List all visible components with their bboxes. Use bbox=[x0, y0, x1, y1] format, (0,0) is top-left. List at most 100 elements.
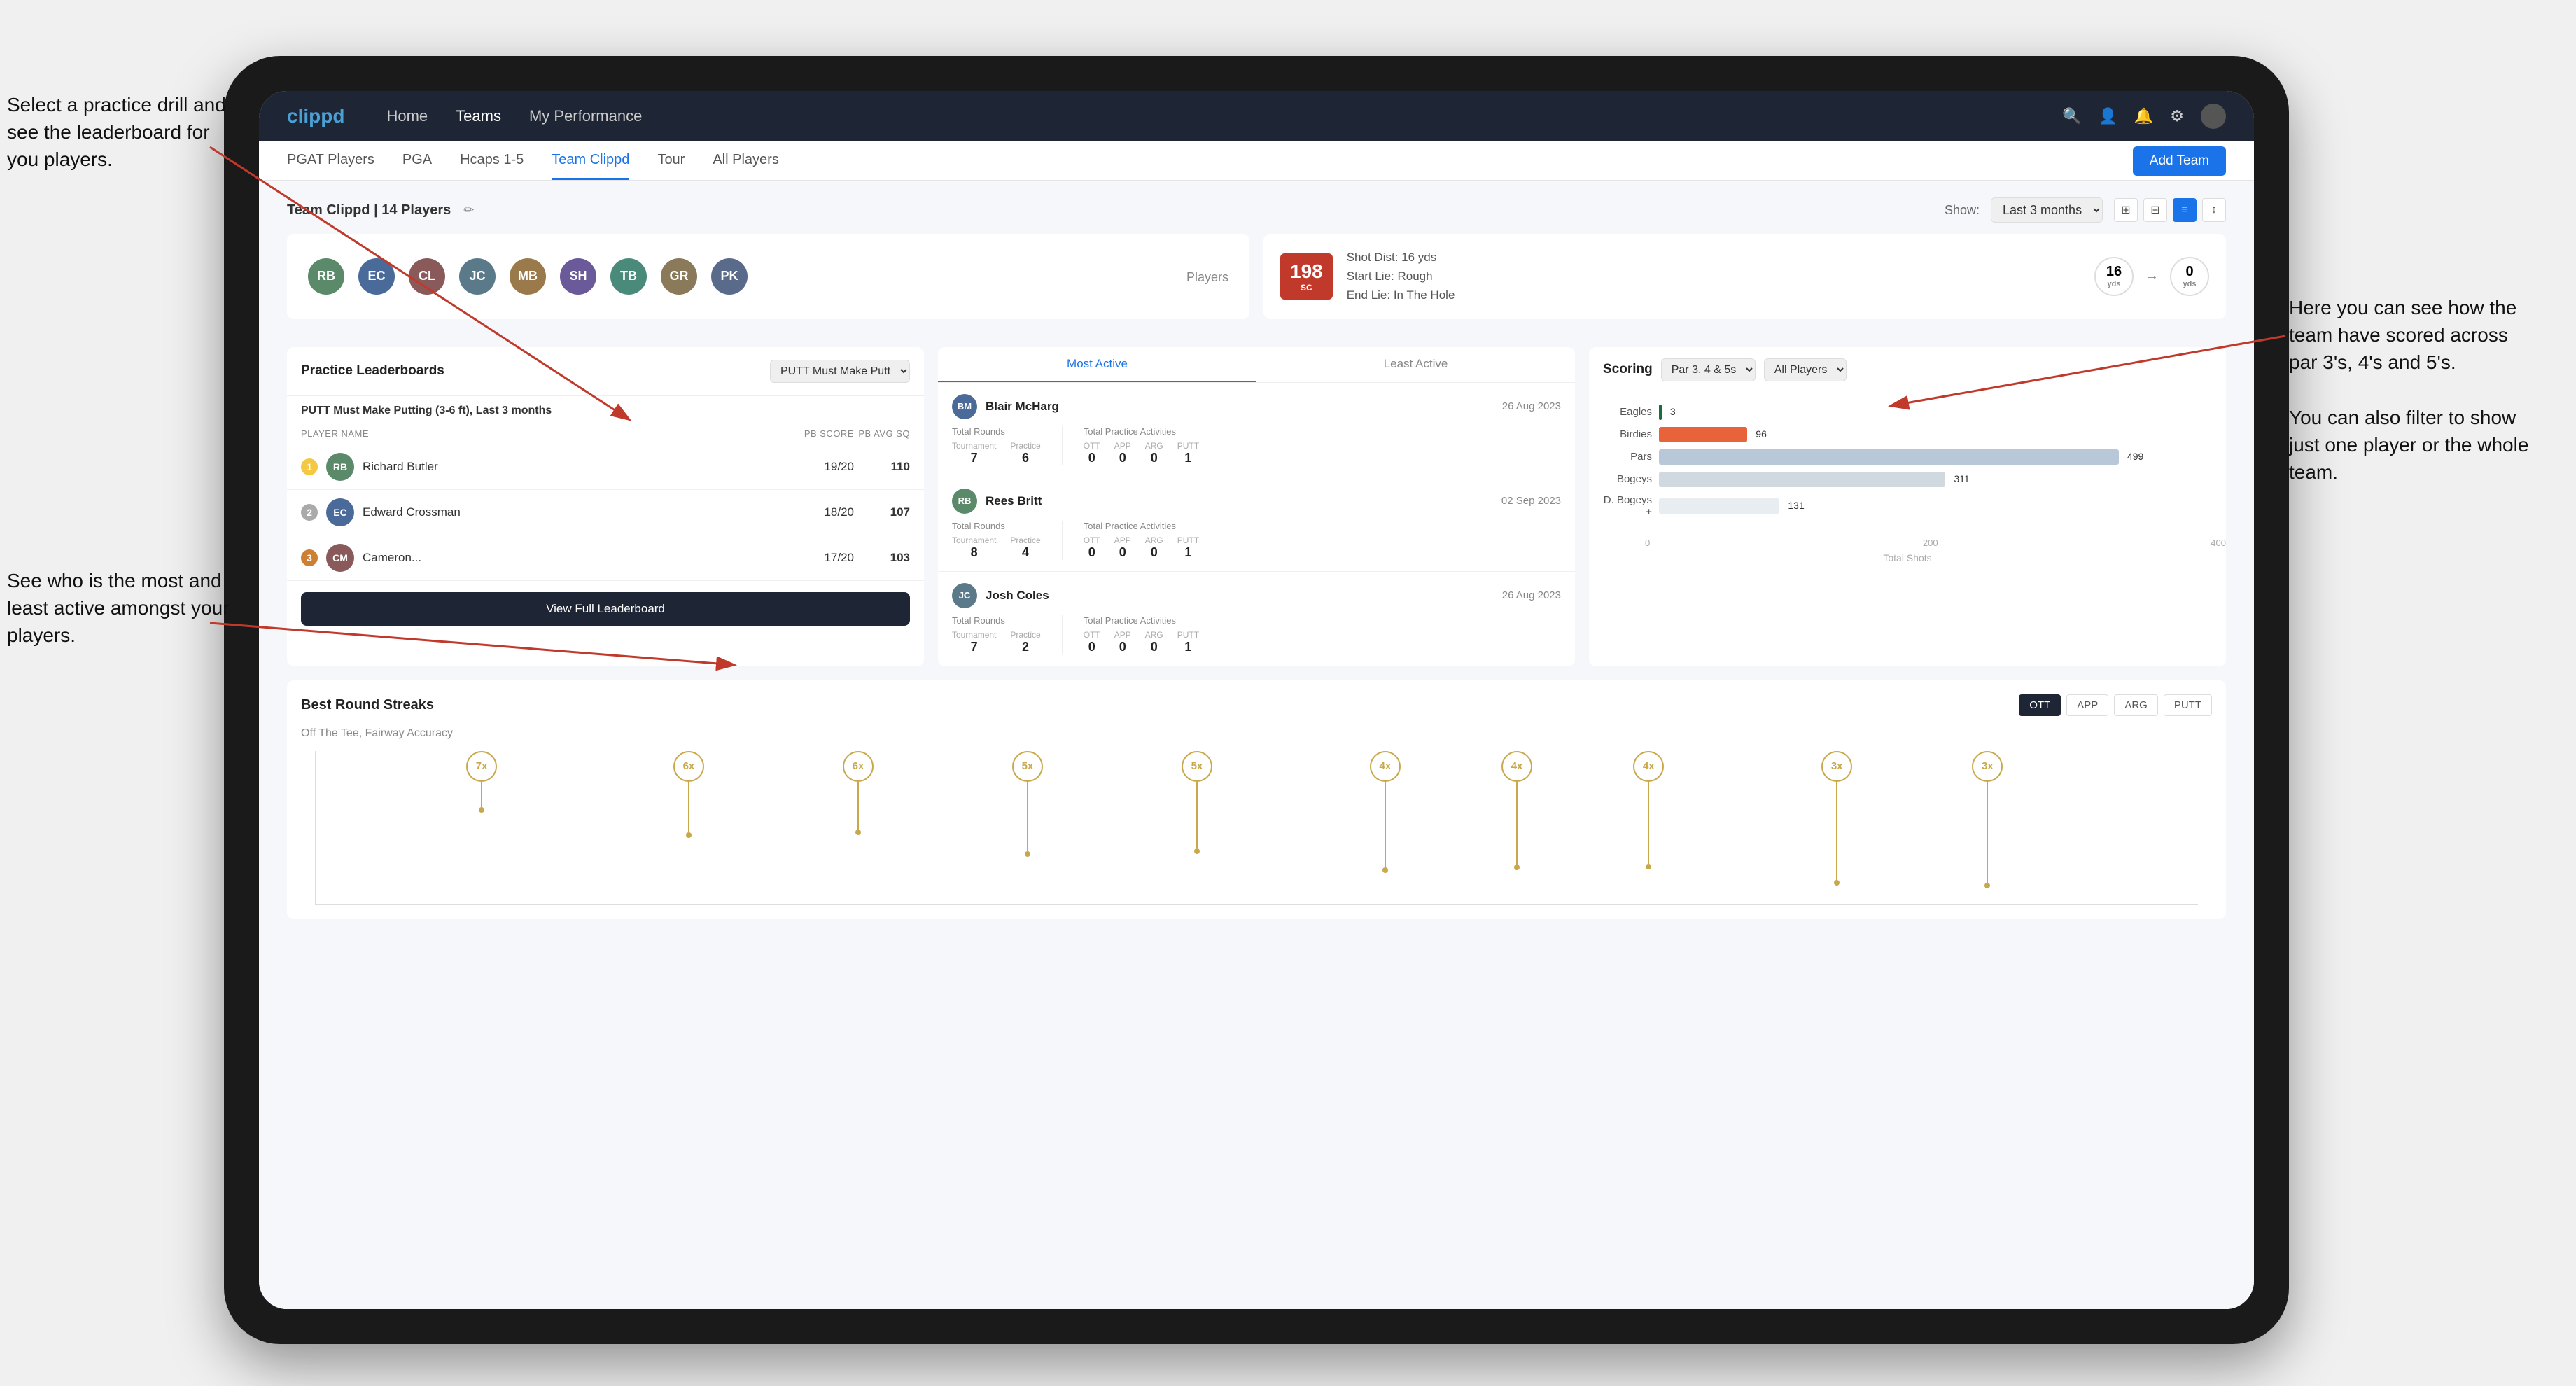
streak-point: 4x bbox=[1370, 751, 1401, 873]
player-avatar-6[interactable]: SH bbox=[560, 258, 596, 295]
streak-line bbox=[1648, 782, 1649, 864]
streak-point: 6x bbox=[673, 751, 704, 838]
chart-bar-label: Eagles bbox=[1603, 406, 1652, 418]
streak-tab-app[interactable]: APP bbox=[2066, 694, 2108, 716]
chart-x-axis: 0 200 400 bbox=[1589, 538, 2226, 548]
view-settings-button[interactable]: ↕ bbox=[2202, 198, 2226, 222]
chart-bar-value: 131 bbox=[1788, 500, 1804, 511]
view-full-leaderboard-button[interactable]: View Full Leaderboard bbox=[301, 592, 910, 626]
player-avatar-5[interactable]: MB bbox=[510, 258, 546, 295]
player-filter-select[interactable]: All Players bbox=[1764, 358, 1847, 382]
streak-tab-arg[interactable]: ARG bbox=[2114, 694, 2158, 716]
streak-point: 5x bbox=[1182, 751, 1212, 854]
settings-icon[interactable]: ⚙ bbox=[2170, 107, 2184, 125]
pa-putt-1: PUTT 1 bbox=[1177, 441, 1199, 465]
chart-bar-row: D. Bogeys +131 bbox=[1603, 494, 2212, 518]
player-avatar-7[interactable]: TB bbox=[610, 258, 647, 295]
show-period-select[interactable]: Last 3 months bbox=[1991, 197, 2103, 223]
main-content: Team Clippd | 14 Players ✏ Show: Last 3 … bbox=[259, 181, 2254, 1309]
leaderboard-title: Practice Leaderboards bbox=[301, 363, 444, 379]
drill-select[interactable]: PUTT Must Make Putting... bbox=[770, 360, 910, 383]
tab-least-active[interactable]: Least Active bbox=[1256, 347, 1575, 382]
chart-bar-value: 499 bbox=[2127, 451, 2143, 462]
leaderboard-columns: PLAYER NAME PB SCORE PB AVG SQ bbox=[287, 423, 924, 444]
view-grid-2-button[interactable]: ⊞ bbox=[2114, 198, 2138, 222]
lb-row-3[interactable]: 3 CM Cameron... 17/20 103 bbox=[287, 536, 924, 581]
subnav-tour[interactable]: Tour bbox=[657, 141, 685, 180]
chart-bar-label: Pars bbox=[1603, 451, 1652, 463]
pa-practice-values-3: OTT 0 APP 0 ARG 0 bbox=[1084, 630, 1199, 654]
pa-arg-1: ARG 0 bbox=[1145, 441, 1163, 465]
pa-stats-2: Total Rounds Tournament 8 Practice 4 bbox=[952, 521, 1561, 560]
scoring-title: Scoring bbox=[1603, 362, 1653, 377]
nav-link-teams[interactable]: Teams bbox=[456, 107, 501, 125]
chart-bar bbox=[1659, 449, 2119, 465]
par-filter-select[interactable]: Par 3, 4 & 5s bbox=[1661, 358, 1756, 382]
bell-icon[interactable]: 🔔 bbox=[2134, 107, 2153, 125]
streak-dot bbox=[855, 830, 861, 835]
subnav-pgat[interactable]: PGAT Players bbox=[287, 141, 374, 180]
subnav-all-players[interactable]: All Players bbox=[713, 141, 778, 180]
pa-tournament-2: Tournament 8 bbox=[952, 536, 996, 560]
activity-row-1: BM Blair McHarg 26 Aug 2023 Total Rounds… bbox=[938, 383, 1575, 477]
pa-practice-values-2: OTT 0 APP 0 ARG 0 bbox=[1084, 536, 1199, 560]
edit-icon[interactable]: ✏ bbox=[463, 203, 474, 218]
nav-link-home[interactable]: Home bbox=[386, 107, 428, 125]
shot-details: Shot Dist: 16 yds Start Lie: Rough End L… bbox=[1347, 248, 1455, 305]
lb-name-2: Edward Crossman bbox=[363, 505, 798, 519]
streak-line bbox=[858, 782, 859, 830]
chart-bar-value: 311 bbox=[1954, 473, 1969, 484]
most-active-panel: Most Active Least Active BM Blair McHarg… bbox=[938, 347, 1575, 666]
chart-bar-row: Birdies96 bbox=[1603, 427, 2212, 442]
streak-line bbox=[688, 782, 690, 832]
view-list-button[interactable]: ≡ bbox=[2173, 198, 2197, 222]
leaderboard-header: Practice Leaderboards PUTT Must Make Put… bbox=[287, 347, 924, 396]
subnav-pga[interactable]: PGA bbox=[402, 141, 432, 180]
player-avatar-4[interactable]: JC bbox=[459, 258, 496, 295]
activity-header-2: RB Rees Britt 02 Sep 2023 bbox=[952, 489, 1561, 514]
pa-practice-group-3: Total Practice Activities OTT 0 APP 0 bbox=[1084, 615, 1199, 654]
streak-line bbox=[1027, 782, 1028, 851]
view-grid-3-button[interactable]: ⊟ bbox=[2143, 198, 2167, 222]
add-team-button[interactable]: Add Team bbox=[2133, 146, 2226, 176]
nav-links: Home Teams My Performance bbox=[386, 107, 2062, 125]
team-header: Team Clippd | 14 Players ✏ Show: Last 3 … bbox=[287, 197, 2226, 223]
player-avatar-1[interactable]: RB bbox=[308, 258, 344, 295]
activity-row-2: RB Rees Britt 02 Sep 2023 Total Rounds T… bbox=[938, 477, 1575, 572]
streak-tab-putt[interactable]: PUTT bbox=[2164, 694, 2212, 716]
streak-tab-ott[interactable]: OTT bbox=[2019, 694, 2061, 716]
lb-avatar-2: EC bbox=[326, 498, 354, 526]
player-avatar-2[interactable]: EC bbox=[358, 258, 395, 295]
pa-name-2: Rees Britt bbox=[986, 494, 1042, 508]
shot-info-card: 198 SC Shot Dist: 16 yds Start Lie: Roug… bbox=[1264, 234, 2226, 319]
people-icon[interactable]: 👤 bbox=[2098, 107, 2117, 125]
pa-round-values-3: Tournament 7 Practice 2 bbox=[952, 630, 1041, 654]
tab-most-active[interactable]: Most Active bbox=[938, 347, 1256, 382]
user-avatar[interactable] bbox=[2201, 104, 2226, 129]
scoring-chart: Eagles3Birdies96Pars499Bogeys311D. Bogey… bbox=[1589, 393, 2226, 532]
subnav-hcaps[interactable]: Hcaps 1-5 bbox=[460, 141, 524, 180]
pa-divider-3 bbox=[1062, 615, 1063, 654]
pa-player-3: JC Josh Coles bbox=[952, 583, 1049, 608]
pa-app-3: APP 0 bbox=[1114, 630, 1131, 654]
player-avatar-8[interactable]: GR bbox=[661, 258, 697, 295]
player-avatar-9[interactable]: PK bbox=[711, 258, 748, 295]
active-tabs: Most Active Least Active bbox=[938, 347, 1575, 383]
chart-bar bbox=[1659, 498, 1779, 514]
pa-player-2: RB Rees Britt bbox=[952, 489, 1042, 514]
search-icon[interactable]: 🔍 bbox=[2062, 107, 2081, 125]
streak-bubble: 6x bbox=[673, 751, 704, 782]
subnav-team-clippd[interactable]: Team Clippd bbox=[552, 141, 629, 180]
lb-score-3: 17/20 bbox=[798, 551, 854, 565]
pa-divider-2 bbox=[1062, 521, 1063, 560]
activity-header-1: BM Blair McHarg 26 Aug 2023 bbox=[952, 394, 1561, 419]
three-col-section: Practice Leaderboards PUTT Must Make Put… bbox=[287, 347, 2226, 666]
streak-dot bbox=[1382, 867, 1388, 873]
lb-row-1[interactable]: 1 RB Richard Butler 19/20 110 bbox=[287, 444, 924, 490]
nav-link-performance[interactable]: My Performance bbox=[529, 107, 642, 125]
streaks-subtitle: Off The Tee, Fairway Accuracy bbox=[301, 727, 2212, 740]
lb-row-2[interactable]: 2 EC Edward Crossman 18/20 107 bbox=[287, 490, 924, 536]
streak-line bbox=[1385, 782, 1386, 867]
player-avatar-3[interactable]: CL bbox=[409, 258, 445, 295]
chart-bar-container: 96 bbox=[1659, 427, 2212, 442]
